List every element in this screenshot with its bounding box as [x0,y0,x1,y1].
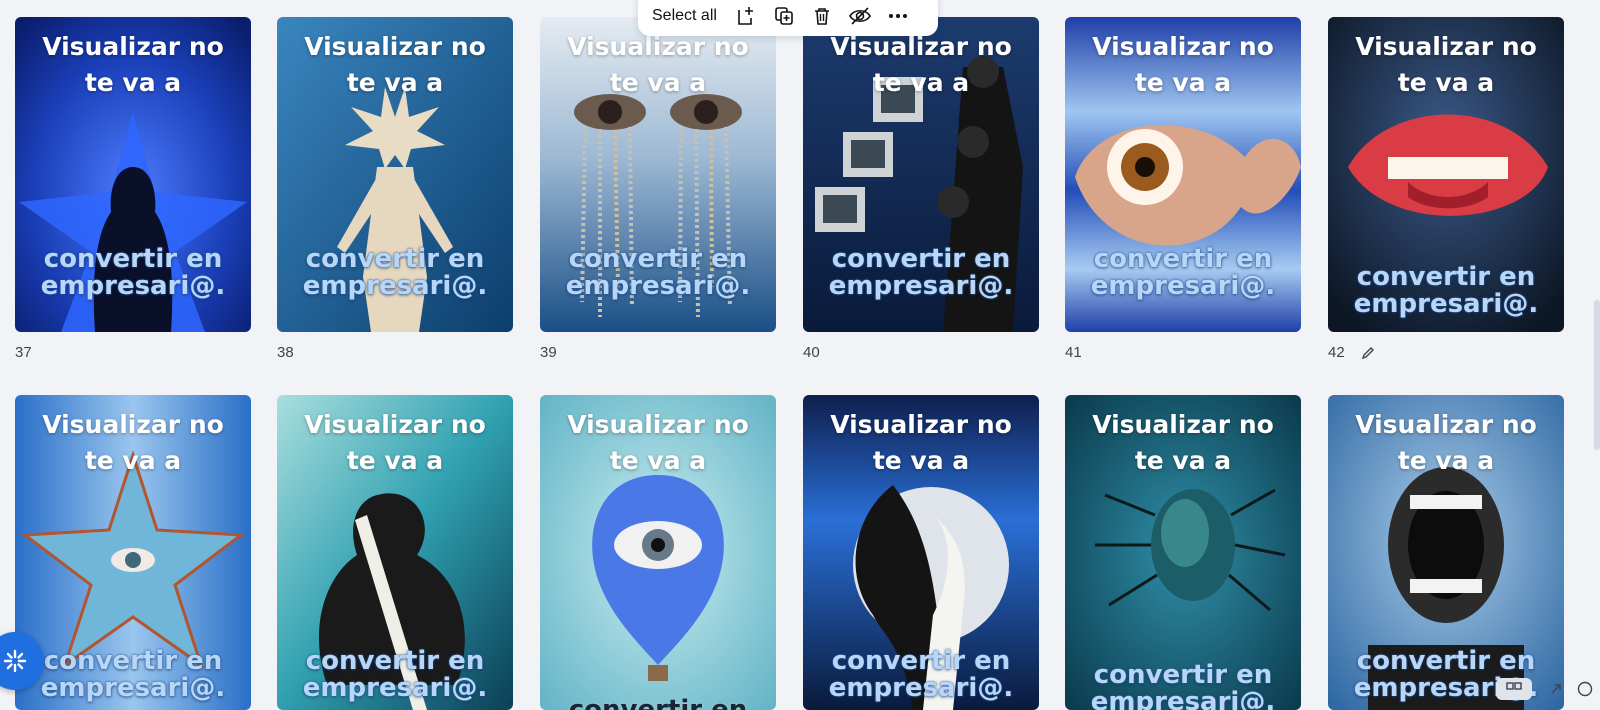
duplicate-button[interactable] [768,0,800,32]
page-number: 40 [803,344,820,361]
page-title-text: Visualizar no te va a [1092,410,1274,475]
page-title-text: Visualizar no te va a [304,32,486,97]
page-footer-text: convertir en empresari@. [302,244,488,301]
sparkle-icon [3,649,27,673]
page-title-text: Visualizar no te va a [1355,410,1537,475]
page-footer-text: convertir en empresari@. [565,244,751,301]
scrollbar[interactable] [1594,300,1600,450]
hide-button[interactable] [844,0,876,32]
page-title-text: Visualizar no te va a [567,410,749,475]
expand-button[interactable] [1538,678,1574,700]
page-number: 42 [1328,344,1345,361]
help-button[interactable] [1574,678,1596,700]
trash-icon [814,8,829,25]
page-footer-text: convertir en empresari@. [1090,660,1276,710]
duplicate-icon [775,7,793,25]
page-title-text: Visualizar no te va a [42,32,224,97]
page-thumbnail-42[interactable]: Visualizar no te va a convertir en empresa… [1328,17,1564,332]
page-number: 41 [1065,344,1082,361]
hide-icon [848,7,871,25]
page-thumbnail-37[interactable]: Visualizar no te va a convertir en empresa… [15,17,251,332]
page-title-text: Visualizar no te va a [1092,32,1274,97]
page-footer-text: convertir en empresari@. [40,646,226,703]
selection-toolbar: Select all [638,0,938,36]
page-number: 37 [15,344,32,361]
more-icon [888,14,907,18]
page-footer-text: convertir en [568,695,748,710]
page-thumbnail[interactable]: Visualizar no te va a convertir en empresa… [803,395,1039,710]
page-title-text: Visualizar no te va a [830,32,1012,97]
pencil-icon[interactable] [1361,346,1375,360]
page-title-text: Visualizar no te va a [1355,32,1537,97]
page-title-text: Visualizar no te va a [42,410,224,475]
add-page-icon [738,7,753,25]
page-thumbnail[interactable]: Visualizar no te va a convertir en empresa… [15,395,251,710]
page-footer-text: convertir en empresari@. [302,646,488,703]
page-thumbnail[interactable]: Visualizar no te va a convertir en empresa… [1065,395,1301,710]
page-footer-text: convertir en empresari@. [828,244,1014,301]
page-footer-text: convertir en empresari@. [1090,244,1276,301]
grid-view-button[interactable] [1496,678,1532,700]
page-number: 39 [540,344,557,361]
page-thumbnail[interactable]: Visualizar no te va a convertir en empresa… [277,395,513,710]
page-thumbnail-40[interactable]: Visualizar no te va a convertir en empresa… [803,17,1039,332]
more-options-button[interactable] [882,0,914,32]
page-thumbnail[interactable]: Visualizar no te va a convertir en [540,395,776,710]
page-thumbnail[interactable]: Visualizar no te va a convertir en empresa… [1328,395,1564,710]
page-footer-text: convertir en empresari@. [1353,262,1539,319]
page-title-text: Visualizar no te va a [567,32,749,97]
delete-button[interactable] [806,0,838,32]
page-footer-text: convertir en empresari@. [828,646,1014,703]
select-all-button[interactable]: Select all [652,7,717,25]
page-number: 38 [277,344,294,361]
pages-grid: Visualizar no te va a convertir en empresa… [0,0,1600,710]
add-page-button[interactable] [730,0,762,32]
page-thumbnail-39[interactable]: Visualizar no te va a convertir en empresa… [540,17,776,332]
page-title-text: Visualizar no te va a [304,410,486,475]
page-footer-text: convertir en empresari@. [40,244,226,301]
page-thumbnail-38[interactable]: Visualizar no te va a convertir en empresa… [277,17,513,332]
page-title-text: Visualizar no te va a [830,410,1012,475]
page-thumbnail-41[interactable]: Visualizar no te va a convertir en empresa… [1065,17,1301,332]
